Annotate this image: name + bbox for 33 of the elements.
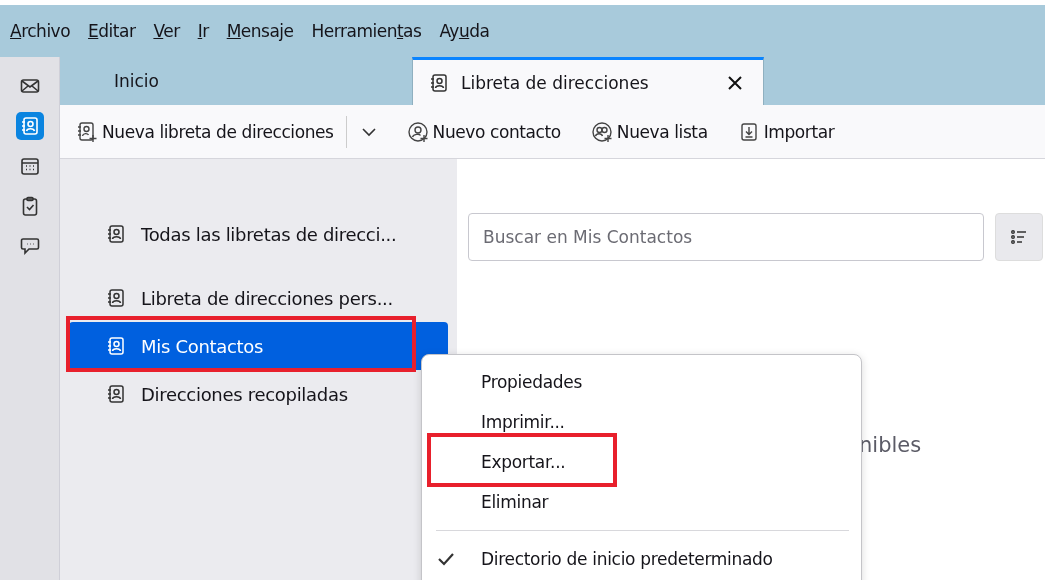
close-icon[interactable] — [727, 74, 743, 91]
toolbar-button[interactable]: Importar — [733, 116, 839, 147]
menu-item[interactable]: Herramientas — [311, 21, 422, 41]
address-book-item[interactable]: Libreta de direcciones pers... — [69, 274, 448, 322]
list-icon — [1010, 228, 1028, 246]
address-book-item[interactable]: Todas las libretas de direcci... — [69, 210, 448, 258]
address-book-icon — [106, 336, 126, 356]
address-book-icon — [106, 384, 126, 404]
menu-item[interactable]: Eliminar — [422, 482, 861, 522]
menu-item[interactable]: Mensaje — [226, 21, 294, 41]
sort-button[interactable] — [995, 213, 1043, 261]
menu-item[interactable]: Editar — [88, 21, 136, 41]
address-book-plus-icon — [76, 120, 98, 143]
address-book-icon — [429, 72, 449, 93]
menu-item[interactable]: Archivo — [10, 21, 71, 41]
menu-item[interactable]: Directorio de inicio predeterminado — [422, 539, 861, 579]
menu-item[interactable]: Ir — [197, 21, 209, 41]
menu-item[interactable]: Ayuda — [439, 21, 490, 41]
toolbar-button[interactable]: Nueva lista — [586, 116, 712, 147]
menu-item[interactable]: Exportar... — [422, 442, 861, 482]
empty-message: nibles — [859, 433, 922, 457]
address-book-icon[interactable] — [15, 112, 44, 140]
toolbar-button[interactable]: Nuevo contacto — [402, 116, 565, 147]
search-field[interactable]: Buscar en Mis Contactos — [468, 213, 984, 261]
tab[interactable]: Libreta de direcciones — [412, 57, 764, 105]
address-book-icon — [106, 288, 126, 308]
address-book-icon — [106, 224, 126, 244]
people-plus-icon — [590, 120, 613, 143]
tab[interactable]: Inicio — [60, 57, 412, 105]
address-book-item[interactable]: Mis Contactos — [69, 322, 448, 370]
toolbar-button[interactable]: Nueva libreta de direcciones — [72, 116, 338, 147]
person-plus-icon — [406, 120, 429, 143]
menu-item[interactable]: Ver — [153, 21, 180, 41]
